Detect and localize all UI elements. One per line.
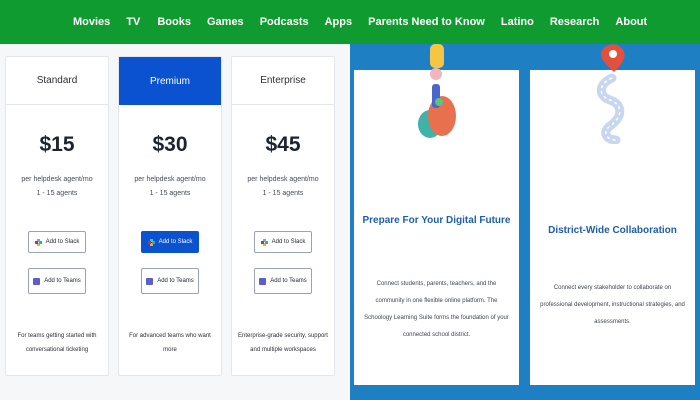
plan-description: per helpdesk agent/mo 1 - 15 agents bbox=[232, 173, 334, 201]
feature-title: District-Wide Collaboration bbox=[548, 225, 677, 236]
pricing-section: Standard $15 per helpdesk agent/mo 1 - 1… bbox=[0, 44, 350, 400]
button-label: Add to Slack bbox=[271, 239, 306, 245]
teams-icon bbox=[259, 277, 267, 285]
plan-price: $15 bbox=[39, 133, 75, 156]
plan-card-premium: Premium $30 per helpdesk agent/mo 1 - 15… bbox=[118, 56, 222, 376]
plan-price: $45 bbox=[265, 133, 301, 156]
plan-desc-line: 1 - 15 agents bbox=[149, 190, 191, 197]
feature-description: Connect students, parents, teachers, and… bbox=[364, 281, 509, 338]
plan-desc-line: per helpdesk agent/mo bbox=[247, 176, 319, 183]
plan-desc-line: 1 - 15 agents bbox=[262, 190, 304, 197]
button-label: Add to Slack bbox=[158, 239, 193, 245]
button-label: Add to Teams bbox=[270, 278, 307, 284]
button-label: Add to Teams bbox=[44, 278, 81, 284]
slack-icon bbox=[147, 238, 155, 246]
feature-description: Connect every stakeholder to collaborate… bbox=[540, 285, 685, 325]
plan-name: Standard bbox=[6, 57, 108, 105]
nav-item-apps[interactable]: Apps bbox=[325, 16, 353, 28]
add-to-slack-button[interactable]: Add to Slack bbox=[141, 231, 199, 253]
plan-card-enterprise: Enterprise $45 per helpdesk agent/mo 1 -… bbox=[231, 56, 335, 376]
add-to-teams-button[interactable]: Add to Teams bbox=[28, 268, 86, 294]
feature-card-collaboration: District-Wide Collaboration Connect ever… bbox=[530, 44, 695, 385]
nav-item-research[interactable]: Research bbox=[550, 16, 600, 28]
nav-item-movies[interactable]: Movies bbox=[73, 16, 110, 28]
add-to-slack-button[interactable]: Add to Slack bbox=[28, 231, 86, 253]
location-pin-illustration-icon bbox=[596, 44, 625, 144]
nav-item-books[interactable]: Books bbox=[157, 16, 191, 28]
nav-item-about[interactable]: About bbox=[615, 16, 647, 28]
plan-footer-text: For advanced teams who want more bbox=[129, 333, 211, 353]
nav-item-tv[interactable]: TV bbox=[126, 16, 140, 28]
add-to-teams-button[interactable]: Add to Teams bbox=[141, 268, 199, 294]
button-label: Add to Teams bbox=[157, 278, 194, 284]
top-nav: Movies TV Books Games Podcasts Apps Pare… bbox=[0, 0, 700, 44]
plan-desc-line: 1 - 15 agents bbox=[36, 190, 78, 197]
button-label: Add to Slack bbox=[45, 239, 80, 245]
plan-name: Premium bbox=[119, 57, 221, 105]
plan-footer-text: For teams getting started with conversat… bbox=[17, 333, 97, 353]
nav-item-games[interactable]: Games bbox=[207, 16, 244, 28]
add-to-teams-button[interactable]: Add to Teams bbox=[254, 268, 312, 294]
plan-footer-text: Enterprise-grade security, support and m… bbox=[238, 333, 328, 353]
people-illustration-icon bbox=[418, 44, 456, 138]
plan-description: per helpdesk agent/mo 1 - 15 agents bbox=[119, 173, 221, 201]
plan-name: Enterprise bbox=[232, 57, 334, 105]
feature-card-digital-future: Prepare For Your Digital Future Connect … bbox=[354, 44, 519, 385]
plan-desc-line: per helpdesk agent/mo bbox=[21, 176, 93, 183]
feature-title: Prepare For Your Digital Future bbox=[362, 215, 511, 226]
nav-item-podcasts[interactable]: Podcasts bbox=[260, 16, 309, 28]
teams-icon bbox=[146, 277, 154, 285]
plan-price: $30 bbox=[152, 133, 188, 156]
add-to-slack-button[interactable]: Add to Slack bbox=[254, 231, 312, 253]
plan-desc-line: per helpdesk agent/mo bbox=[134, 176, 206, 183]
nav-item-parents-need-to-know[interactable]: Parents Need to Know bbox=[368, 16, 485, 28]
plan-description: per helpdesk agent/mo 1 - 15 agents bbox=[6, 173, 108, 201]
features-section: Prepare For Your Digital Future Connect … bbox=[350, 44, 700, 400]
page: Movies TV Books Games Podcasts Apps Pare… bbox=[0, 0, 700, 400]
plan-card-standard: Standard $15 per helpdesk agent/mo 1 - 1… bbox=[5, 56, 109, 376]
slack-icon bbox=[34, 238, 42, 246]
nav-item-latino[interactable]: Latino bbox=[501, 16, 534, 28]
slack-icon bbox=[260, 238, 268, 246]
teams-icon bbox=[33, 277, 41, 285]
